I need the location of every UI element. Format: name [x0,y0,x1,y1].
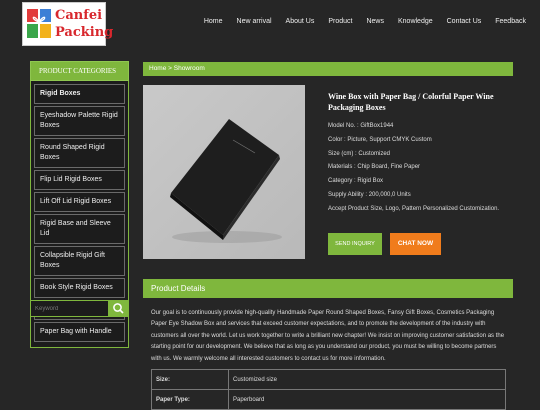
search-button[interactable] [108,300,129,317]
categories-heading: PRODUCT CATEGORIES [30,61,129,81]
attr-category: Category : Rigid Box [328,178,384,185]
nav-about-us[interactable]: About Us [286,18,315,25]
search-input[interactable] [30,300,111,317]
nav-new-arrival[interactable]: New arrival [237,18,272,25]
chat-now-button[interactable]: CHAT NOW [390,233,441,255]
nav-product[interactable]: Product [328,18,352,25]
category-collapsible[interactable]: Collapsible Rigid Gift Boxes [34,246,125,276]
nav-contact-us[interactable]: Contact Us [447,18,482,25]
category-lift-off-lid[interactable]: Lift Off Lid Rigid Boxes [34,192,125,212]
nav-feedback[interactable]: Feedback [495,18,526,25]
product-title: Wine Box with Paper Bag / Colorful Paper… [328,92,494,112]
nav-knowledge[interactable]: Knowledge [398,18,433,25]
spec-value: Paperboard [228,389,506,410]
attr-size: Size (cm) : Customized [328,150,391,157]
table-row: Paper Type: Paperboard [151,389,506,410]
logo-text-line2: Packing [55,25,114,40]
category-flip-lid[interactable]: Flip Lid Rigid Boxes [34,170,125,190]
details-text: Our goal is to continuously provide high… [151,310,505,362]
send-inquiry-button[interactable]: SEND INQUIRY [328,233,382,255]
attr-materials: Materials : Chip Board, Fine Paper [328,164,421,171]
main-nav: Home New arrival About Us Product News K… [190,18,526,25]
logo[interactable]: Canfei Packing [22,2,113,46]
attr-supply: Supply Ability : 200,000,0 Units [328,191,411,198]
category-book-style[interactable]: Book Style Rigid Boxes [34,278,125,298]
black-box-photo-icon [170,119,282,243]
category-paper-bag-handle[interactable]: Paper Bag with Handle [34,322,125,342]
search-icon [113,303,124,314]
attr-customization: Accept Product Size, Logo, Pattern Perso… [328,205,500,212]
product-info: Wine Box with Paper Bag / Colorful Paper… [328,91,518,220]
search-box [30,300,129,317]
spec-table: Size: Customized size Paper Type: Paperb… [151,369,506,410]
table-row: Size: Customized size [151,369,506,390]
category-base-sleeve[interactable]: Rigid Base and Sleeve Lid [34,214,125,244]
attr-color: Color : Picture, Support CMYK Custom [328,136,432,143]
details-heading: Product Details [143,279,513,298]
category-round-shaped[interactable]: Round Shaped Rigid Boxes [34,138,125,168]
spec-key: Size: [151,369,229,390]
product-image[interactable] [143,85,305,259]
site-header: Canfei Packing Home New arrival About Us… [0,0,540,48]
gift-box-logo-icon [27,9,51,38]
breadcrumb[interactable]: Home > Showroom [143,62,513,76]
spec-key: Paper Type: [151,389,229,410]
logo-text-line1: Canfei [55,8,103,23]
nav-home[interactable]: Home [204,18,223,25]
attr-model: Model No. : GiftBox1944 [328,123,394,129]
nav-news[interactable]: News [366,18,384,25]
spec-value: Customized size [228,369,506,390]
category-eyeshadow-palette[interactable]: Eyeshadow Palette Rigid Boxes [34,106,125,136]
category-rigid-boxes[interactable]: Rigid Boxes [34,84,125,104]
